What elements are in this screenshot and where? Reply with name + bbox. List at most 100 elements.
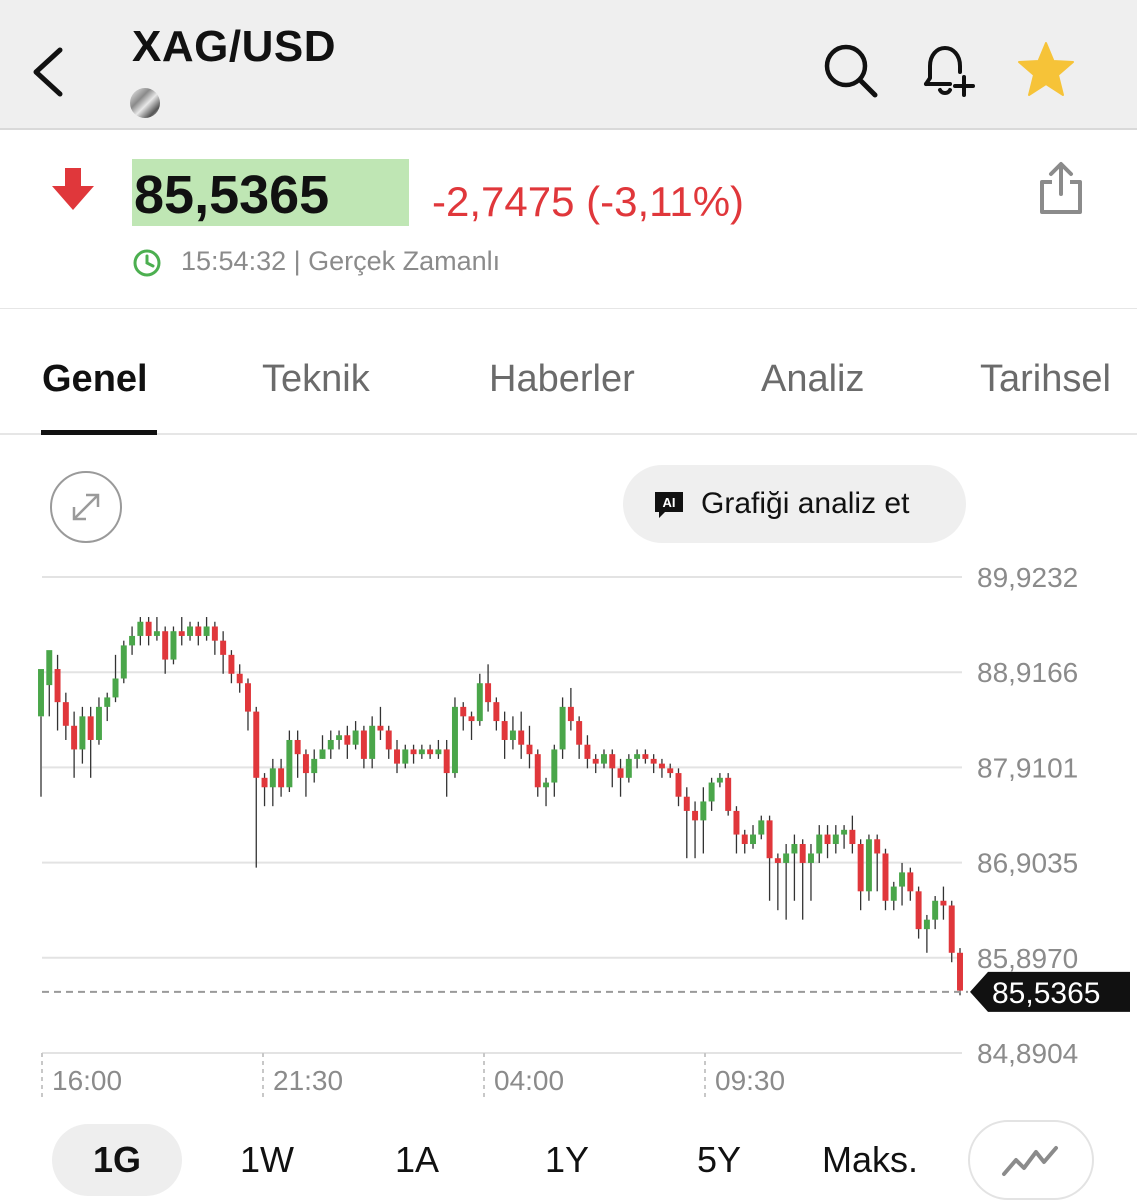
candle xyxy=(476,683,483,722)
candle xyxy=(451,706,458,774)
candle xyxy=(385,730,392,750)
candle xyxy=(327,739,334,750)
candle xyxy=(799,844,806,863)
candle xyxy=(311,758,318,774)
candle xyxy=(377,725,384,731)
candle xyxy=(783,853,790,863)
candle xyxy=(220,640,227,655)
instrument-title: XAG/USD xyxy=(132,22,336,71)
candle xyxy=(493,702,500,722)
candle xyxy=(716,777,723,783)
tab-haberler[interactable]: Haberler xyxy=(489,358,635,401)
candlestick-chart[interactable]: 89,9232 88,9166 87,9101 86,9035 85,8970 84,89… xyxy=(0,560,1137,1110)
candle xyxy=(741,834,748,845)
candle xyxy=(650,758,657,764)
candle xyxy=(865,839,872,892)
search-icon[interactable] xyxy=(820,40,880,100)
candle xyxy=(824,834,831,845)
candle xyxy=(551,749,558,783)
candle xyxy=(485,683,492,703)
candle xyxy=(559,706,566,750)
candle xyxy=(278,768,285,788)
candle xyxy=(791,844,798,854)
expand-icon xyxy=(72,493,100,521)
x-tick-label: 04:00 xyxy=(494,1065,564,1096)
chevron-left-icon[interactable] xyxy=(28,40,72,100)
active-tab-indicator xyxy=(41,430,157,435)
candle xyxy=(849,829,856,845)
last-price-label: 85,5365 xyxy=(992,977,1100,1010)
candle xyxy=(369,725,376,759)
ai-analyze-label: Grafiği analiz et xyxy=(701,487,910,520)
candle xyxy=(576,721,583,745)
candle xyxy=(915,891,922,930)
candle xyxy=(841,829,848,835)
clock-icon xyxy=(133,249,161,277)
candle xyxy=(352,730,359,745)
candle xyxy=(750,834,756,845)
candle xyxy=(501,721,508,740)
candle xyxy=(807,853,814,863)
candle xyxy=(294,739,301,755)
top-bar: XAG/USD xyxy=(0,0,1137,130)
candle xyxy=(874,839,881,854)
range-1g[interactable]: 1G xyxy=(52,1124,182,1196)
y-tick-label: 88,9166 xyxy=(977,657,1078,688)
candle xyxy=(87,716,94,740)
range-5y[interactable]: 5Y xyxy=(654,1124,784,1196)
candle xyxy=(468,716,475,722)
candle xyxy=(261,777,268,788)
range-1a[interactable]: 1A xyxy=(352,1124,482,1196)
candle xyxy=(95,706,102,740)
chart-type-button[interactable] xyxy=(968,1120,1094,1200)
tab-analiz[interactable]: Analiz xyxy=(761,358,865,401)
candle xyxy=(38,669,44,717)
candle xyxy=(617,768,624,778)
candle xyxy=(46,650,53,686)
candle xyxy=(253,711,260,778)
candle xyxy=(667,768,674,774)
candle xyxy=(360,730,367,759)
candle xyxy=(923,919,930,930)
candle xyxy=(534,754,541,788)
candle xyxy=(269,768,276,788)
candle xyxy=(700,801,707,821)
range-maks[interactable]: Maks. xyxy=(800,1124,940,1196)
y-tick-label: 86,9035 xyxy=(977,848,1078,879)
candle xyxy=(708,782,715,802)
candle xyxy=(153,631,160,636)
y-tick-label: 84,8904 xyxy=(977,1038,1078,1069)
candle xyxy=(509,730,516,740)
candle xyxy=(625,758,632,778)
candle xyxy=(104,697,111,707)
candle xyxy=(567,706,574,722)
share-icon[interactable] xyxy=(1036,160,1086,216)
candle xyxy=(211,626,218,641)
candle xyxy=(816,834,823,854)
candle xyxy=(948,905,955,953)
candle xyxy=(427,749,434,755)
candle xyxy=(443,749,450,774)
candle xyxy=(62,702,69,726)
expand-chart-button[interactable] xyxy=(50,471,122,543)
candle xyxy=(733,810,740,835)
candle xyxy=(162,631,169,660)
candle xyxy=(410,749,417,755)
range-1y[interactable]: 1Y xyxy=(502,1124,632,1196)
candle xyxy=(402,749,409,764)
tab-genel[interactable]: Genel xyxy=(42,358,148,401)
candle xyxy=(71,725,78,750)
candle xyxy=(228,654,235,674)
tab-tarihsel[interactable]: Tarihsel xyxy=(980,358,1111,401)
candle xyxy=(907,872,914,892)
ai-analyze-button[interactable]: AI Grafiği analiz et xyxy=(623,465,966,543)
candle xyxy=(940,900,947,906)
candle xyxy=(675,773,682,797)
tab-teknik[interactable]: Teknik xyxy=(262,358,370,401)
bell-plus-icon[interactable] xyxy=(916,40,976,100)
x-tick-label: 16:00 xyxy=(52,1065,122,1096)
range-1w[interactable]: 1W xyxy=(202,1124,332,1196)
candle xyxy=(543,782,550,788)
candle xyxy=(932,900,939,920)
star-icon[interactable] xyxy=(1016,40,1076,100)
